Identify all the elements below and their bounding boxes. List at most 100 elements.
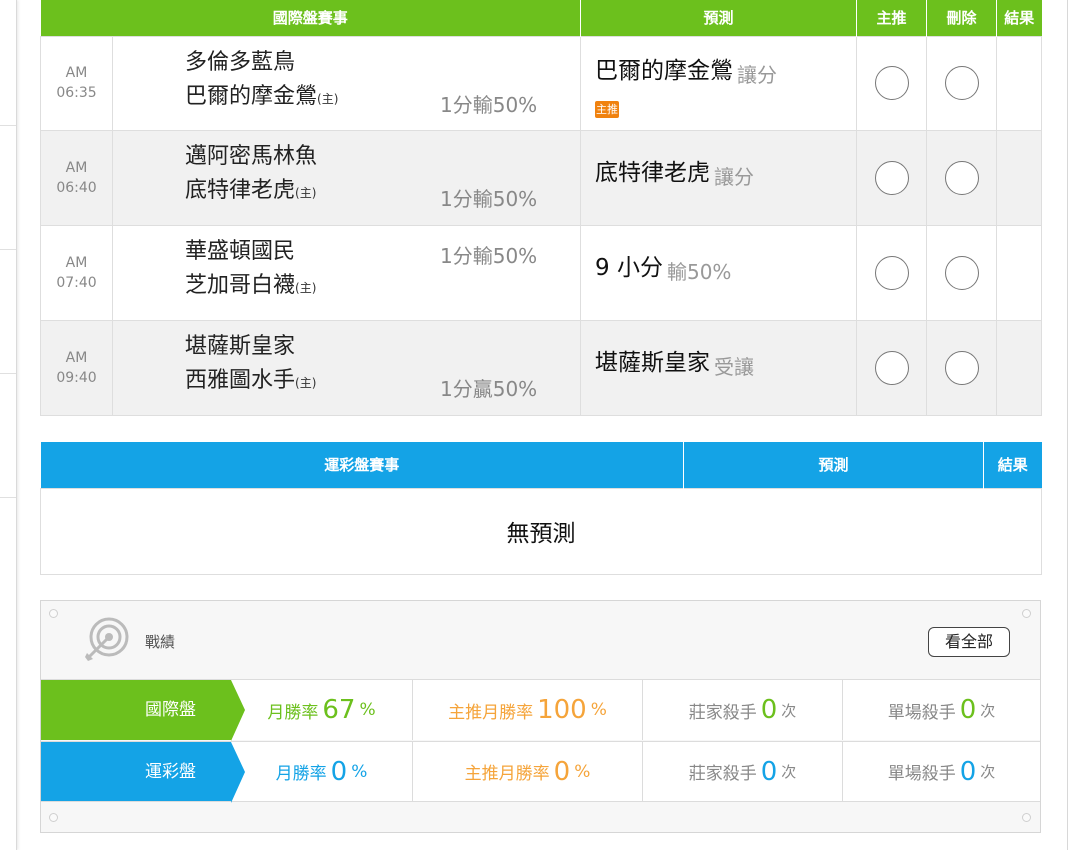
stat-value: 100 [537, 695, 587, 725]
main-pick-cell [856, 130, 928, 226]
match-time: AM 06:40 [40, 130, 113, 226]
stat-value: 0 [553, 756, 571, 787]
prediction-text: 巴爾的摩金鶯 讓分 [595, 51, 777, 87]
stat-unit: % [574, 761, 591, 782]
prediction-type: 讓分 [714, 165, 755, 190]
stat-unit: % [359, 700, 376, 720]
view-all-button[interactable]: 看全部 [928, 627, 1010, 657]
delete-radio[interactable] [944, 351, 979, 386]
match-time: AM 09:40 [40, 320, 113, 416]
table-header-row: 國際盤賽事 預測 主推 刪除 結果 [40, 0, 1042, 36]
main-pick-radio[interactable] [874, 161, 909, 196]
stat-label: 月勝率 [275, 764, 327, 784]
stat-label: 主推月勝率 [448, 702, 534, 723]
home-team-name: 巴爾的摩金鶯 [185, 83, 318, 109]
home-mark: (主) [295, 376, 317, 391]
time-value: 07:40 [56, 275, 97, 292]
header-prediction: 預測 [580, 0, 858, 36]
delete-cell [926, 35, 998, 131]
match-teams: 邁阿密馬林魚 底特律老虎(主) 1分輸50% [112, 130, 582, 226]
odds: 1分輸50% [440, 92, 538, 117]
delete-cell [926, 130, 998, 226]
delete-cell [926, 225, 998, 321]
header-delete: 刪除 [926, 0, 998, 36]
stat-value: 0 [959, 695, 977, 725]
prediction-type: 受讓 [714, 355, 755, 380]
target-icon [85, 617, 129, 661]
result-cell [996, 35, 1043, 131]
odds: 1分贏50% [440, 377, 538, 402]
home-mark: (主) [317, 91, 339, 106]
prediction-team: 巴爾的摩金鶯 [595, 57, 734, 84]
match-teams: 華盛頓國民 芝加哥白襪(主) 1分輸50% [112, 225, 582, 321]
prediction: 堪薩斯皇家 受讓 [580, 320, 858, 416]
home-team: 巴爾的摩金鶯(主) [185, 83, 338, 113]
row-label: 運彩盤 [41, 742, 245, 803]
main-pick-win-rate: 主推月勝率 100% [413, 680, 643, 740]
header-result: 結果 [996, 0, 1042, 36]
scrollbar-edge [1067, 0, 1068, 850]
stat-unit: % [351, 761, 368, 782]
home-team: 底特律老虎(主) [185, 177, 316, 207]
prediction-text: 9 小分 輸50% [595, 248, 732, 285]
main-pick-cell [856, 320, 928, 416]
time-ampm: AM [65, 350, 88, 367]
table-row: AM 06:40 邁阿密馬林魚 底特律老虎(主) 1分輸50% 底特律老虎 讓分 [40, 130, 1043, 226]
corner-dot [1022, 609, 1031, 618]
match-time: AM 07:40 [40, 225, 113, 321]
record-header: 戰績 看全部 [41, 601, 1040, 679]
match-time: AM 06:35 [40, 35, 113, 131]
header-lottery-matches: 運彩盤賽事 [40, 442, 684, 488]
stat-row-international: 國際盤 月勝率 67% 主推月勝率 100% 莊家殺手 0 次 單場殺手 0 次 [41, 679, 1040, 741]
time-value: 09:40 [56, 370, 97, 387]
main-pick-radio[interactable] [874, 351, 909, 386]
prediction: 巴爾的摩金鶯 讓分 主推 [580, 35, 858, 131]
stat-label: 莊家殺手 [688, 764, 757, 784]
table-row: AM 06:35 多倫多藍鳥 巴爾的摩金鶯(主) 1分輸50% 巴爾的摩金鶯 讓分 … [40, 35, 1043, 131]
home-mark: (主) [295, 281, 317, 296]
away-team: 華盛頓國民 [185, 239, 296, 265]
dealer-killer: 莊家殺手 0 次 [643, 742, 843, 801]
divider [0, 497, 16, 498]
delete-cell [926, 320, 998, 416]
result-cell [996, 320, 1043, 416]
header-prediction: 預測 [683, 442, 984, 488]
main-pick-badge: 主推 [595, 100, 620, 118]
home-mark: (主) [295, 186, 317, 201]
main-pick-radio[interactable] [874, 66, 909, 101]
result-cell [996, 225, 1043, 321]
stat-row-lottery: 運彩盤 月勝率 0% 主推月勝率 0% 莊家殺手 0 次 單場殺手 0 次 [41, 741, 1040, 803]
table-header-row: 運彩盤賽事 預測 結果 [40, 442, 1042, 488]
result-cell [996, 130, 1043, 226]
left-page-edge [0, 0, 17, 850]
international-prediction-table: 國際盤賽事 預測 主推 刪除 結果 AM 06:35 多倫多藍鳥 巴爾的摩金鶯(主… [40, 0, 1043, 416]
divider [0, 373, 16, 374]
single-game-killer: 單場殺手 0 次 [843, 680, 1040, 740]
home-team: 芝加哥白襪(主) [185, 272, 316, 302]
prediction: 9 小分 輸50% [580, 225, 858, 321]
prediction: 底特律老虎 讓分 [580, 130, 858, 226]
monthly-win-rate: 月勝率 67% [231, 680, 413, 740]
record-panel: 戰績 看全部 國際盤 月勝率 67% 主推月勝率 100% 莊家殺手 0 次 單場殺手 0… [40, 600, 1041, 833]
stat-label: 月勝率 [267, 702, 319, 723]
main-pick-cell [856, 35, 928, 131]
header-main-pick: 主推 [856, 0, 928, 36]
prediction-text: 底特律老虎 讓分 [595, 153, 755, 190]
stat-label: 主推月勝率 [464, 764, 550, 784]
header-international-matches: 國際盤賽事 [40, 0, 582, 36]
delete-radio[interactable] [944, 256, 979, 291]
time-ampm: AM [65, 255, 88, 272]
header-result: 結果 [983, 442, 1042, 488]
time-ampm: AM [65, 65, 88, 82]
main-pick-radio[interactable] [874, 256, 909, 291]
home-team-name: 芝加哥白襪 [185, 273, 296, 299]
delete-radio[interactable] [944, 161, 979, 196]
corner-dot [49, 609, 58, 618]
stat-value: 0 [760, 695, 778, 725]
prediction-type: 輸50% [666, 260, 732, 285]
odds: 1分輸50% [440, 244, 538, 269]
single-game-killer: 單場殺手 0 次 [843, 742, 1040, 801]
delete-radio[interactable] [944, 66, 979, 101]
prediction-team: 9 小分 [595, 255, 663, 282]
time-value: 06:40 [56, 180, 97, 197]
